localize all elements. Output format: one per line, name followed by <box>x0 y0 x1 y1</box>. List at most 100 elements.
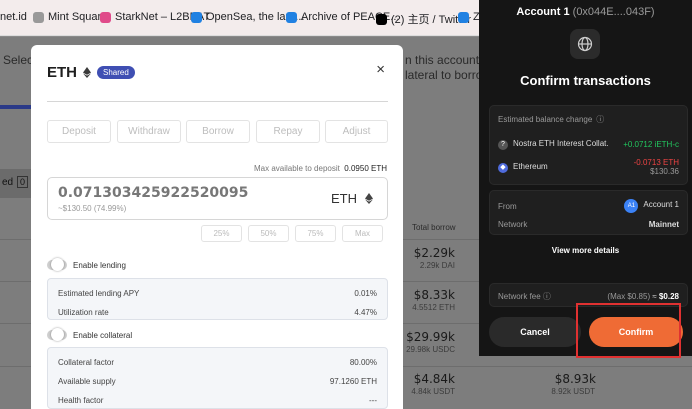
collateral-toggle-label: Enable collateral <box>73 330 133 340</box>
tab-deposit[interactable]: Deposit <box>47 120 111 143</box>
account-header: Account 1 (0x044E....043F) <box>479 6 692 18</box>
borrow-sub: 29.98k USDC <box>406 345 455 354</box>
bookmark-item[interactable]: Mint Square <box>33 11 107 23</box>
fee-label: Network fee <box>498 292 541 301</box>
info-value: 4.47% <box>354 308 377 317</box>
percent-button[interactable]: 25% <box>201 225 242 242</box>
deposit-modal: ETH Shared × Deposit Withdraw Borrow Repay A… <box>31 45 403 409</box>
bookmark-label: Mint Square <box>48 11 108 23</box>
network-row: Network Mainnet <box>498 220 679 229</box>
amount-value: 0.071303425922520095 <box>58 185 249 201</box>
supply-value: $8.93k <box>554 372 596 386</box>
account-name: Account 1 <box>516 6 570 18</box>
info-label: Available supply <box>58 377 116 386</box>
bookmark-favicon-icon <box>286 11 297 23</box>
lending-toggle-row[interactable]: Enable lending <box>47 258 126 271</box>
lending-toggle[interactable] <box>47 258 67 271</box>
fee-max: (Max $0.85) <box>607 292 651 301</box>
balance-change: +0.0712 iETH-c <box>623 140 679 149</box>
max-label: Max available to deposit <box>254 164 340 173</box>
borrow-value: $8.33k <box>413 288 455 302</box>
token-name: ETH <box>47 64 77 81</box>
bookmark-favicon-icon <box>458 11 469 23</box>
account-address: (0x044E....043F) <box>572 6 655 18</box>
info-label: Collateral factor <box>58 358 115 367</box>
token-selector[interactable]: ETH <box>331 191 373 206</box>
question-icon: ? <box>498 140 508 150</box>
network-value: Mainnet <box>648 220 679 229</box>
fee-value: $0.28 <box>658 292 679 301</box>
highlight-box <box>576 303 681 358</box>
balance-change: -0.0713 ETH <box>633 158 679 167</box>
collateral-toggle[interactable] <box>47 328 67 341</box>
bookmark-item[interactable]: Z <box>458 11 480 23</box>
ethereum-icon: ◆ <box>498 163 508 173</box>
fee-approx: ≈ <box>652 292 657 301</box>
info-icon: ⓘ <box>542 292 551 301</box>
balance-change-box: Estimated balance change ⓘ ? Nostra ETH I… <box>489 105 688 185</box>
bookmark-favicon-icon <box>100 11 111 23</box>
from-label: From <box>498 201 517 211</box>
percent-button[interactable]: 75% <box>295 225 336 242</box>
balance-header-label: Estimated balance change <box>498 115 593 124</box>
balance-change-usd: $130.36 <box>650 167 679 176</box>
lending-info: Estimated lending APY 0.01% Utilization ra… <box>47 278 388 320</box>
app-accent-bar <box>0 105 31 109</box>
percent-button[interactable]: Max <box>342 225 383 242</box>
tab-adjust[interactable]: Adjust <box>325 120 388 143</box>
amount-input[interactable]: 0.071303425922520095 ~$130.50 (74.99%) E… <box>47 177 388 220</box>
balance-token: Nostra ETH Interest Collat. <box>513 139 609 148</box>
info-value: --- <box>369 396 377 405</box>
borrow-sub: 2.29k DAI <box>419 261 455 270</box>
balance-row: ? Nostra ETH Interest Collat. +0.0712 iET… <box>498 139 679 150</box>
details-box: From A1 Account 1 Network Mainnet <box>489 190 688 235</box>
info-icon: ⓘ <box>596 115 605 124</box>
info-label: Health factor <box>58 396 104 405</box>
bookmark-favicon-icon <box>376 13 387 25</box>
divider <box>47 101 388 102</box>
info-row: Estimated lending APY 0.01% <box>58 289 377 298</box>
network-label: Network <box>498 220 528 229</box>
fee-row: Network fee ⓘ (Max $0.85) ≈ $0.28 <box>498 291 679 302</box>
tab-borrow[interactable]: Borrow <box>186 120 250 143</box>
eth-icon <box>365 193 373 204</box>
shared-badge: Shared <box>97 66 135 79</box>
wallet-title: Confirm transactions <box>520 73 651 88</box>
tab-withdraw[interactable]: Withdraw <box>117 120 181 143</box>
bookmark-item[interactable]: (2) 主页 / Twitter <box>376 11 471 27</box>
token-selector-label: ETH <box>331 191 357 206</box>
filter-label: ed <box>2 177 14 188</box>
max-value: 0.0950 ETH <box>344 164 387 173</box>
modal-title: ETH Shared <box>47 64 135 81</box>
info-label: Utilization rate <box>58 308 109 317</box>
borrow-value: $4.84k <box>413 372 455 386</box>
borrow-sub: 4.84k USDT <box>411 387 455 396</box>
amount-usd: ~$130.50 (74.99%) <box>58 204 127 213</box>
info-row: Health factor --- <box>58 396 377 405</box>
from-value: Account 1 <box>643 200 679 209</box>
globe-icon <box>570 29 600 59</box>
cancel-button[interactable]: Cancel <box>489 317 581 347</box>
borrow-sub: 4.5512 ETH <box>412 303 455 312</box>
tab-repay[interactable]: Repay <box>256 120 320 143</box>
lending-toggle-label: Enable lending <box>73 260 126 270</box>
filter-bar: ed 0 <box>0 169 31 198</box>
info-row: Utilization rate 4.47% <box>58 308 377 317</box>
info-row: Collateral factor 80.00% <box>58 358 377 367</box>
close-icon[interactable]: × <box>376 61 385 78</box>
bookmark-favicon-icon <box>191 11 202 23</box>
balance-header: Estimated balance change ⓘ <box>498 114 679 125</box>
max-available: Max available to deposit 0.0950 ETH <box>254 164 387 173</box>
borrow-value: $29.99k <box>406 330 455 344</box>
view-more-details-link[interactable]: View more details <box>479 246 692 255</box>
from-row: From A1 Account 1 <box>498 199 679 213</box>
percent-button[interactable]: 50% <box>248 225 289 242</box>
info-label: Estimated lending APY <box>58 289 140 298</box>
collateral-toggle-row[interactable]: Enable collateral <box>47 328 133 341</box>
account-avatar: A1 <box>624 199 639 213</box>
supply-sub: 8.92k USDT <box>551 387 595 396</box>
info-row: Available supply 97.1260 ETH <box>58 377 377 386</box>
info-value: 80.00% <box>349 358 377 367</box>
bookmark-item[interactable]: net.id <box>0 11 27 23</box>
filter-count: 0 <box>17 176 29 188</box>
